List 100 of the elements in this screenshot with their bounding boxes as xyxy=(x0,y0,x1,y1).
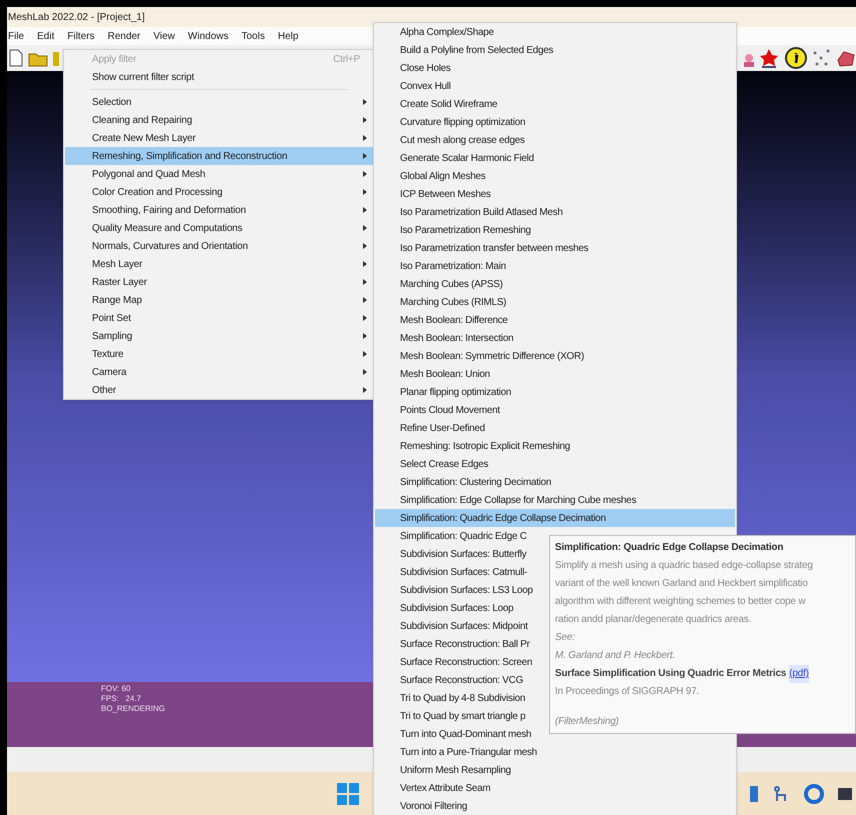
filter-class-text: (FilterMeshing) xyxy=(555,715,620,729)
submenu-item[interactable]: Raster Layer xyxy=(65,273,373,291)
menu-item-label: Selection xyxy=(92,96,132,110)
terminal-icon[interactable] xyxy=(838,786,852,802)
render-info-text: FPS: 24.7 xyxy=(101,694,142,704)
menu-item[interactable]: Iso Parametrization Remeshing xyxy=(375,221,735,239)
menu-item[interactable]: Refine User-Defined xyxy=(375,419,735,437)
submenu-item[interactable]: Camera xyxy=(65,363,373,381)
submenu-item[interactable]: Texture xyxy=(65,345,373,363)
menu-item-label: Other xyxy=(92,384,116,398)
app-icon[interactable] xyxy=(750,784,758,804)
menu-item-label: Remeshing, Simplification and Reconstruction xyxy=(92,150,288,164)
menu-item[interactable]: Mesh Boolean: Symmetric Difference (XOR) xyxy=(375,347,735,365)
render-info-text: FOV: 60 xyxy=(101,684,130,694)
info-icon[interactable] xyxy=(784,46,808,70)
menu-item[interactable]: Uniform Mesh Resampling xyxy=(375,761,735,779)
submenu-item[interactable]: Range Map xyxy=(65,291,373,309)
submenu-arrow-icon xyxy=(363,315,367,321)
menu-item[interactable]: Cut mesh along crease edges xyxy=(375,131,735,149)
menu-item[interactable]: Create Solid Wireframe xyxy=(375,95,735,113)
menu-item-label: Sampling xyxy=(92,330,132,344)
menu-item[interactable]: Curvature flipping optimization xyxy=(375,113,735,131)
menu-item[interactable]: View xyxy=(153,28,175,44)
menu-item[interactable]: Simplification: Edge Collapse for Marching Cube meshes xyxy=(375,491,735,509)
menu-item-label: Create New Mesh Layer xyxy=(92,132,196,146)
submenu-arrow-icon xyxy=(363,387,367,393)
render-info-text: BO_RENDERING xyxy=(101,704,166,714)
pdf-link[interactable]: (pdf) xyxy=(789,665,809,683)
menu-item[interactable]: Mesh Boolean: Difference xyxy=(375,311,735,329)
new-file-icon[interactable] xyxy=(8,49,24,67)
menu-item[interactable]: File xyxy=(8,28,24,44)
menu-item-label: Point Set xyxy=(92,312,131,326)
submenu-item[interactable]: Normals, Curvatures and Orientation xyxy=(65,237,373,255)
menu-item[interactable]: ICP Between Meshes xyxy=(375,185,735,203)
menu-item[interactable]: Remeshing: Isotropic Explicit Remeshing xyxy=(375,437,735,455)
submenu-item[interactable]: Mesh Layer xyxy=(65,255,373,273)
submenu-arrow-icon xyxy=(363,369,367,375)
paper-title: Surface Simplification Using Quadric Error Metrics xyxy=(555,667,786,681)
submenu-arrow-icon xyxy=(363,351,367,357)
submenu-item[interactable]: Smoothing, Fairing and Deformation xyxy=(65,201,373,219)
tooltip-description: Simplify a mesh using a quadric based edge-collapse strateg variant of the well known Garland and Heckbert simplificatio algorithm with different weighting schemes to better cope w ration andd planar/degenerate quadrics areas. xyxy=(555,559,814,627)
menu-item[interactable]: Vertex Attribute Seam xyxy=(375,779,735,797)
submenu-item[interactable]: Polygonal and Quad Mesh xyxy=(65,165,373,183)
submenu-arrow-icon xyxy=(363,261,367,267)
menu-item[interactable]: Iso Parametrization Build Atlased Mesh xyxy=(375,203,735,221)
menu-item[interactable]: Voronoi Filtering xyxy=(375,797,735,815)
menu-item[interactable]: Select Crease Edges xyxy=(375,455,735,473)
vertex-points-icon[interactable] xyxy=(812,48,832,68)
submenu-item[interactable]: Cleaning and Repairing xyxy=(65,111,373,129)
menu-item[interactable]: Alpha Complex/Shape xyxy=(375,23,735,41)
submenu-item[interactable]: Selection xyxy=(65,93,373,111)
menu-item-label: Quality Measure and Computations xyxy=(92,222,242,236)
menu-item[interactable]: Marching Cubes (RIMLS) xyxy=(375,293,735,311)
submenu-item[interactable]: Quality Measure and Computations xyxy=(65,219,373,237)
menu-item[interactable]: Close Holes xyxy=(375,59,735,77)
menu-item[interactable]: Render xyxy=(108,28,140,44)
submenu-arrow-icon xyxy=(363,135,367,141)
submenu-item[interactable]: Color Creation and Processing xyxy=(65,183,373,201)
menu-item[interactable]: Turn into a Pure-Triangular mesh xyxy=(375,743,735,761)
windows-start-icon[interactable] xyxy=(337,782,359,804)
submenu-arrow-icon xyxy=(363,153,367,159)
submenu-arrow-icon xyxy=(363,99,367,105)
menu-item[interactable]: Convex Hull xyxy=(375,77,735,95)
menu-item[interactable]: Marching Cubes (APSS) xyxy=(375,275,735,293)
see-label: See: xyxy=(555,631,576,645)
authors-text: M. Garland and P. Heckbert. xyxy=(555,649,676,663)
menu-item[interactable]: Generate Scalar Harmonic Field xyxy=(375,149,735,167)
menu-item[interactable]: Build a Polyline from Selected Edges xyxy=(375,41,735,59)
submenu-item[interactable]: Other xyxy=(65,381,373,399)
submenu-arrow-icon xyxy=(363,243,367,249)
menu-item-label: Apply filter xyxy=(92,52,136,66)
menu-item[interactable]: Mesh Boolean: Union xyxy=(375,365,735,383)
submenu-item[interactable]: Remeshing, Simplification and Reconstruction xyxy=(65,147,373,165)
window-title: MeshLab 2022.02 - [Project_1] xyxy=(8,10,145,24)
menu-item[interactable]: Iso Parametrization: Main xyxy=(375,257,735,275)
menu-item[interactable]: Points Cloud Movement xyxy=(375,401,735,419)
menu-item[interactable]: Simplification: Clustering Decimation xyxy=(375,473,735,491)
menu-item[interactable]: Mesh Boolean: Intersection xyxy=(375,329,735,347)
menu-item-label: Normals, Curvatures and Orientation xyxy=(92,240,248,254)
menu-item[interactable]: Planar flipping optimization xyxy=(375,383,735,401)
menu-item[interactable]: Show current filter script xyxy=(64,68,374,86)
menu-item[interactable]: Windows xyxy=(188,28,228,44)
menu-item-label: Polygonal and Quad Mesh xyxy=(92,168,206,182)
menu-item[interactable]: Help xyxy=(278,28,298,44)
menu-item[interactable]: Edit xyxy=(37,28,54,44)
tooltip-title: Simplification: Quadric Edge Collapse Decimation xyxy=(555,541,784,555)
submenu-item[interactable]: Sampling xyxy=(65,327,373,345)
menu-item[interactable]: Filters xyxy=(67,28,95,44)
menu-item-label: Texture xyxy=(92,348,124,362)
menu-item-label: Range Map xyxy=(92,294,142,308)
menu-item[interactable]: Tools xyxy=(241,28,265,44)
menu-item[interactable]: Iso Parametrization transfer between meshes xyxy=(375,239,735,257)
submenu-arrow-icon xyxy=(363,171,367,177)
submenu-arrow-icon xyxy=(363,279,367,285)
menu-item[interactable]: Simplification: Quadric Edge Collapse Decimation xyxy=(375,509,735,527)
menu-item[interactable]: Global Align Meshes xyxy=(375,167,735,185)
submenu-item[interactable]: Create New Mesh Layer xyxy=(65,129,373,147)
submenu-item[interactable]: Point Set xyxy=(65,309,373,327)
star-icon[interactable] xyxy=(758,47,780,69)
submenu-arrow-icon xyxy=(363,225,367,231)
